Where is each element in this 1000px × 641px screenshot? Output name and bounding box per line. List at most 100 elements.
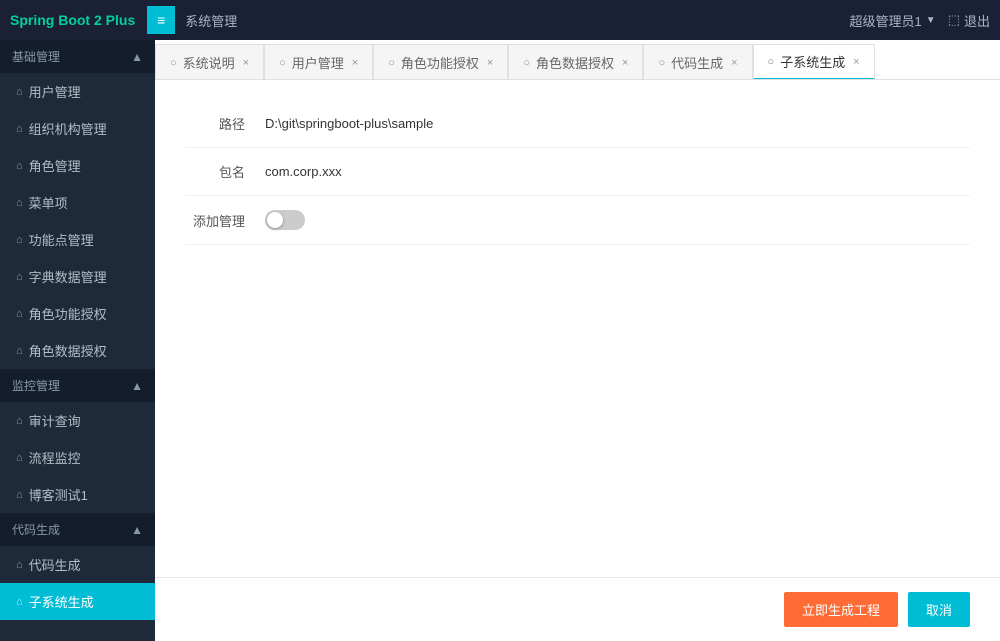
sidebar-item-subsystem-gen[interactable]: ⌂ 子系统生成	[0, 583, 155, 620]
tab-label-user-management: 用户管理	[292, 53, 344, 72]
sidebar-item-role-management[interactable]: ⌂ 角色管理	[0, 147, 155, 184]
tab-icon-codegen: ○	[658, 57, 665, 69]
home-icon: ⌂	[16, 415, 23, 427]
sidebar-item-func-management-label: 功能点管理	[29, 230, 94, 249]
sidebar-item-dict-management[interactable]: ⌂ 字典数据管理	[0, 258, 155, 295]
home-icon: ⌂	[16, 160, 23, 172]
footer-bar: 立即生成工程 取消	[155, 577, 1000, 641]
form-spacer	[185, 245, 970, 545]
form-label-path: 路径	[185, 114, 265, 133]
form-row-package: 包名	[185, 148, 970, 196]
sidebar-item-dict-management-label: 字典数据管理	[29, 267, 107, 286]
sidebar-item-org-management-label: 组织机构管理	[29, 119, 107, 138]
top-header: Spring Boot 2 Plus ≡ 系统管理 超级管理员1 ▼ ⬚ 退出	[0, 0, 1000, 40]
sidebar-item-audit[interactable]: ⌂ 审计查询	[0, 402, 155, 439]
form-label-add-management: 添加管理	[185, 211, 265, 230]
main-layout: 基础管理 ▲ ⌂ 用户管理 ⌂ 组织机构管理 ⌂ 角色管理 ⌂ 菜单项 ⌂ 功能…	[0, 40, 1000, 641]
sidebar-item-user-management-label: 用户管理	[29, 82, 81, 101]
collapse-icon-codegen[interactable]: ▲	[131, 523, 143, 537]
form-row-add-management: 添加管理	[185, 196, 970, 245]
tab-codegen[interactable]: ○ 代码生成 ×	[643, 44, 752, 80]
app-title: Spring Boot 2 Plus	[10, 12, 135, 28]
logout-button[interactable]: ⬚ 退出	[948, 11, 990, 30]
user-info[interactable]: 超级管理员1 ▼	[850, 11, 936, 30]
sidebar-group-basic-label: 基础管理	[12, 48, 60, 65]
sidebar-item-menu-label: 菜单项	[29, 193, 68, 212]
sidebar-item-blog-test[interactable]: ⌂ 博客测试1	[0, 476, 155, 513]
tab-label-codegen: 代码生成	[671, 53, 723, 72]
sidebar-item-role-management-label: 角色管理	[29, 156, 81, 175]
toggle-thumb	[267, 212, 283, 228]
sidebar-group-monitor-label: 监控管理	[12, 377, 60, 394]
sidebar-item-subsystem-gen-label: 子系统生成	[29, 592, 94, 611]
sidebar-item-org-management[interactable]: ⌂ 组织机构管理	[0, 110, 155, 147]
tab-role-data-auth[interactable]: ○ 角色数据授权 ×	[508, 44, 643, 80]
generate-button[interactable]: 立即生成工程	[784, 592, 898, 627]
collapse-icon-monitor[interactable]: ▲	[131, 379, 143, 393]
logout-label: 退出	[964, 11, 990, 30]
tab-label-role-func-auth: 角色功能授权	[401, 53, 479, 72]
home-icon: ⌂	[16, 271, 23, 283]
tab-role-func-auth[interactable]: ○ 角色功能授权 ×	[373, 44, 508, 80]
tab-label-system-intro: 系统说明	[183, 53, 235, 72]
logout-icon: ⬚	[948, 12, 960, 28]
cancel-button[interactable]: 取消	[908, 592, 970, 627]
tab-close-role-data-auth[interactable]: ×	[622, 57, 628, 69]
tabs-bar: ○ 系统说明 × ○ 用户管理 × ○ 角色功能授权 × ○ 角色数据授权 × …	[155, 40, 1000, 80]
sidebar-item-process-monitor[interactable]: ⌂ 流程监控	[0, 439, 155, 476]
tab-close-user-management[interactable]: ×	[352, 57, 358, 69]
sidebar-item-func-management[interactable]: ⌂ 功能点管理	[0, 221, 155, 258]
collapse-icon[interactable]: ▲	[131, 50, 143, 64]
tab-icon-role-data-auth: ○	[523, 57, 530, 69]
home-icon: ⌂	[16, 123, 23, 135]
tab-close-subsystem-gen[interactable]: ×	[853, 56, 859, 68]
tab-icon-system-intro: ○	[170, 57, 177, 69]
sidebar-item-role-data-auth[interactable]: ⌂ 角色数据授权	[0, 332, 155, 369]
content-area: ○ 系统说明 × ○ 用户管理 × ○ 角色功能授权 × ○ 角色数据授权 × …	[155, 40, 1000, 641]
sidebar-item-codegen-label: 代码生成	[29, 555, 81, 574]
home-icon: ⌂	[16, 234, 23, 246]
tab-label-subsystem-gen: 子系统生成	[780, 52, 845, 71]
sidebar-item-role-func-auth[interactable]: ⌂ 角色功能授权	[0, 295, 155, 332]
sidebar-group-codegen: 代码生成 ▲	[0, 513, 155, 546]
sidebar: 基础管理 ▲ ⌂ 用户管理 ⌂ 组织机构管理 ⌂ 角色管理 ⌂ 菜单项 ⌂ 功能…	[0, 40, 155, 641]
sidebar-item-codegen[interactable]: ⌂ 代码生成	[0, 546, 155, 583]
sidebar-item-process-monitor-label: 流程监控	[29, 448, 81, 467]
sidebar-item-role-func-auth-label: 角色功能授权	[29, 304, 107, 323]
sidebar-item-menu[interactable]: ⌂ 菜单项	[0, 184, 155, 221]
header-right: 超级管理员1 ▼ ⬚ 退出	[850, 11, 990, 30]
toggle-track	[265, 210, 305, 230]
home-icon: ⌂	[16, 559, 23, 571]
tab-subsystem-gen[interactable]: ○ 子系统生成 ×	[753, 44, 875, 80]
home-icon: ⌂	[16, 86, 23, 98]
tab-icon-subsystem-gen: ○	[768, 56, 775, 68]
tab-user-management[interactable]: ○ 用户管理 ×	[264, 44, 373, 80]
sidebar-item-role-data-auth-label: 角色数据授权	[29, 341, 107, 360]
form-input-path[interactable]	[265, 116, 970, 131]
form-container: 路径 包名 添加管理	[155, 80, 1000, 577]
home-icon: ⌂	[16, 197, 23, 209]
form-label-package: 包名	[185, 162, 265, 181]
form-input-package[interactable]	[265, 164, 970, 179]
home-icon: ⌂	[16, 345, 23, 357]
tab-close-system-intro[interactable]: ×	[243, 57, 249, 69]
sidebar-item-audit-label: 审计查询	[29, 411, 81, 430]
sidebar-item-user-management[interactable]: ⌂ 用户管理	[0, 73, 155, 110]
home-icon: ⌂	[16, 452, 23, 464]
user-name: 超级管理员1	[850, 11, 922, 30]
tab-label-role-data-auth: 角色数据授权	[536, 53, 614, 72]
chevron-down-icon: ▼	[926, 15, 936, 26]
sidebar-group-monitor: 监控管理 ▲	[0, 369, 155, 402]
header-section-label: 系统管理	[185, 11, 237, 30]
tab-close-role-func-auth[interactable]: ×	[487, 57, 493, 69]
tab-icon-role-func-auth: ○	[388, 57, 395, 69]
sidebar-item-blog-test-label: 博客测试1	[29, 485, 88, 504]
tab-icon-user-management: ○	[279, 57, 286, 69]
toggle-add-management[interactable]	[265, 210, 305, 230]
menu-toggle-button[interactable]: ≡	[147, 6, 175, 34]
tab-close-codegen[interactable]: ×	[731, 57, 737, 69]
home-icon: ⌂	[16, 308, 23, 320]
tab-system-intro[interactable]: ○ 系统说明 ×	[155, 44, 264, 80]
home-icon: ⌂	[16, 489, 23, 501]
form-row-path: 路径	[185, 100, 970, 148]
